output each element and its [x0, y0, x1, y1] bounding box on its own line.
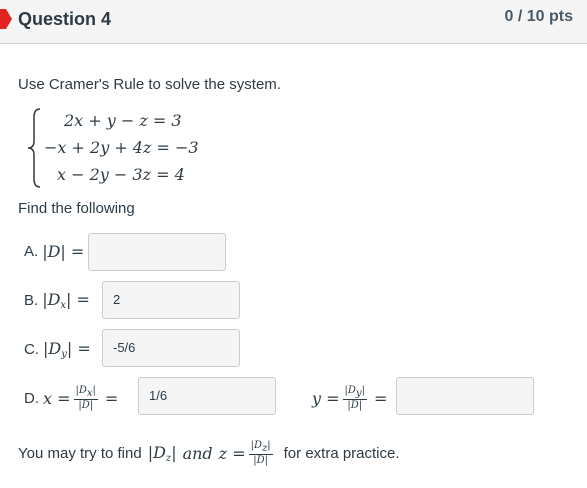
answer-d-letter: D. [24, 389, 39, 407]
answer-d-label: D. x = |Dx| |D| = [24, 385, 119, 411]
x-fraction: |Dx| |D| [73, 385, 98, 411]
equation-1: 2x + y − z = 3 [64, 111, 182, 130]
footer-suffix: for extra practice. [283, 444, 400, 462]
answer-b-letter: B. [24, 292, 39, 309]
det-dy-expression: |Dy| = [43, 339, 91, 360]
det-d-expression: |D| = [42, 242, 85, 261]
footer-prefix: You may try to find [18, 444, 142, 462]
equation-system: 2x + y − z = 3 −x + 2y + 4z = −3 x − 2y … [26, 107, 226, 189]
det-dz-expression: |Dz| [147, 442, 177, 464]
flag-icon[interactable] [0, 9, 12, 29]
y-fraction: |Dy| |D| [342, 385, 367, 411]
det-d-input[interactable] [88, 233, 226, 271]
y-label: y = |Dy| |D| = [312, 385, 388, 411]
footer-middle: and [182, 443, 213, 463]
question-title: Question 4 [18, 9, 112, 29]
y-input[interactable] [396, 377, 534, 415]
find-label: Find the following [18, 200, 135, 217]
det-dx-expression: |Dx| = [42, 290, 90, 311]
question-header: Question 4 0 / 10 pts [0, 0, 587, 44]
answer-b-label: B. |Dx| = [24, 290, 90, 311]
answer-c-letter: C. [24, 341, 39, 358]
extra-practice-note: You may try to find |Dz| and z = |Dz| |D… [18, 440, 400, 466]
x-input[interactable]: 1/6 [138, 377, 276, 415]
det-dy-input[interactable]: -5/6 [102, 329, 240, 367]
answer-c-label: C. |Dy| = [24, 339, 91, 360]
left-brace [27, 108, 41, 188]
equation-2: −x + 2y + 4z = −3 [44, 138, 199, 157]
x-expression: x = [43, 388, 71, 408]
z-expression: z = [218, 443, 246, 463]
points-display: 0 / 10 pts [504, 8, 573, 25]
answer-a-letter: A. [24, 243, 39, 260]
question-prompt: Use Cramer's Rule to solve the system. [18, 76, 281, 93]
answer-a-label: A. |D| = [24, 242, 84, 261]
equation-3: x − 2y − 3z = 4 [57, 165, 185, 184]
det-dx-input[interactable]: 2 [102, 281, 240, 319]
y-expression: y = [312, 388, 340, 408]
z-fraction: |Dz| |D| [248, 440, 273, 466]
